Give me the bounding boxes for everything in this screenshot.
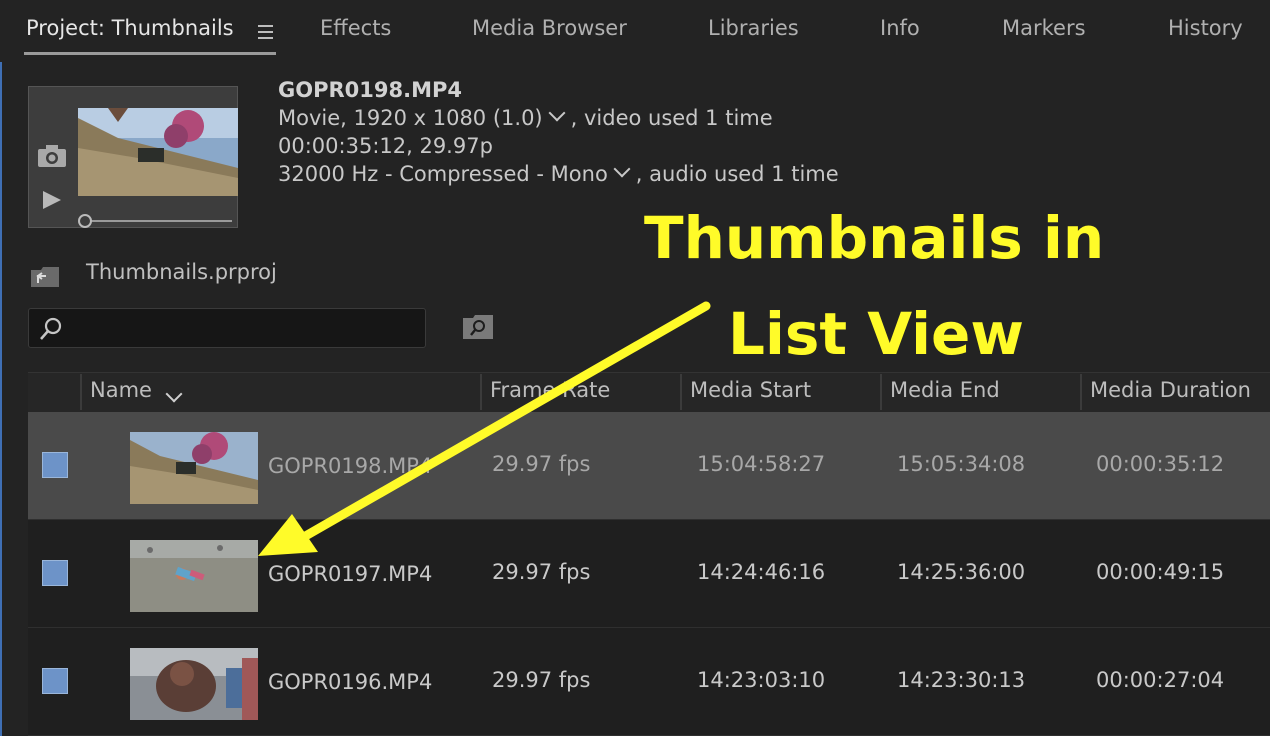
annotation-arrow bbox=[258, 301, 711, 556]
annotation-line-1: Thumbnails in bbox=[644, 204, 1105, 272]
annotation-line-2: List View bbox=[728, 300, 1024, 368]
